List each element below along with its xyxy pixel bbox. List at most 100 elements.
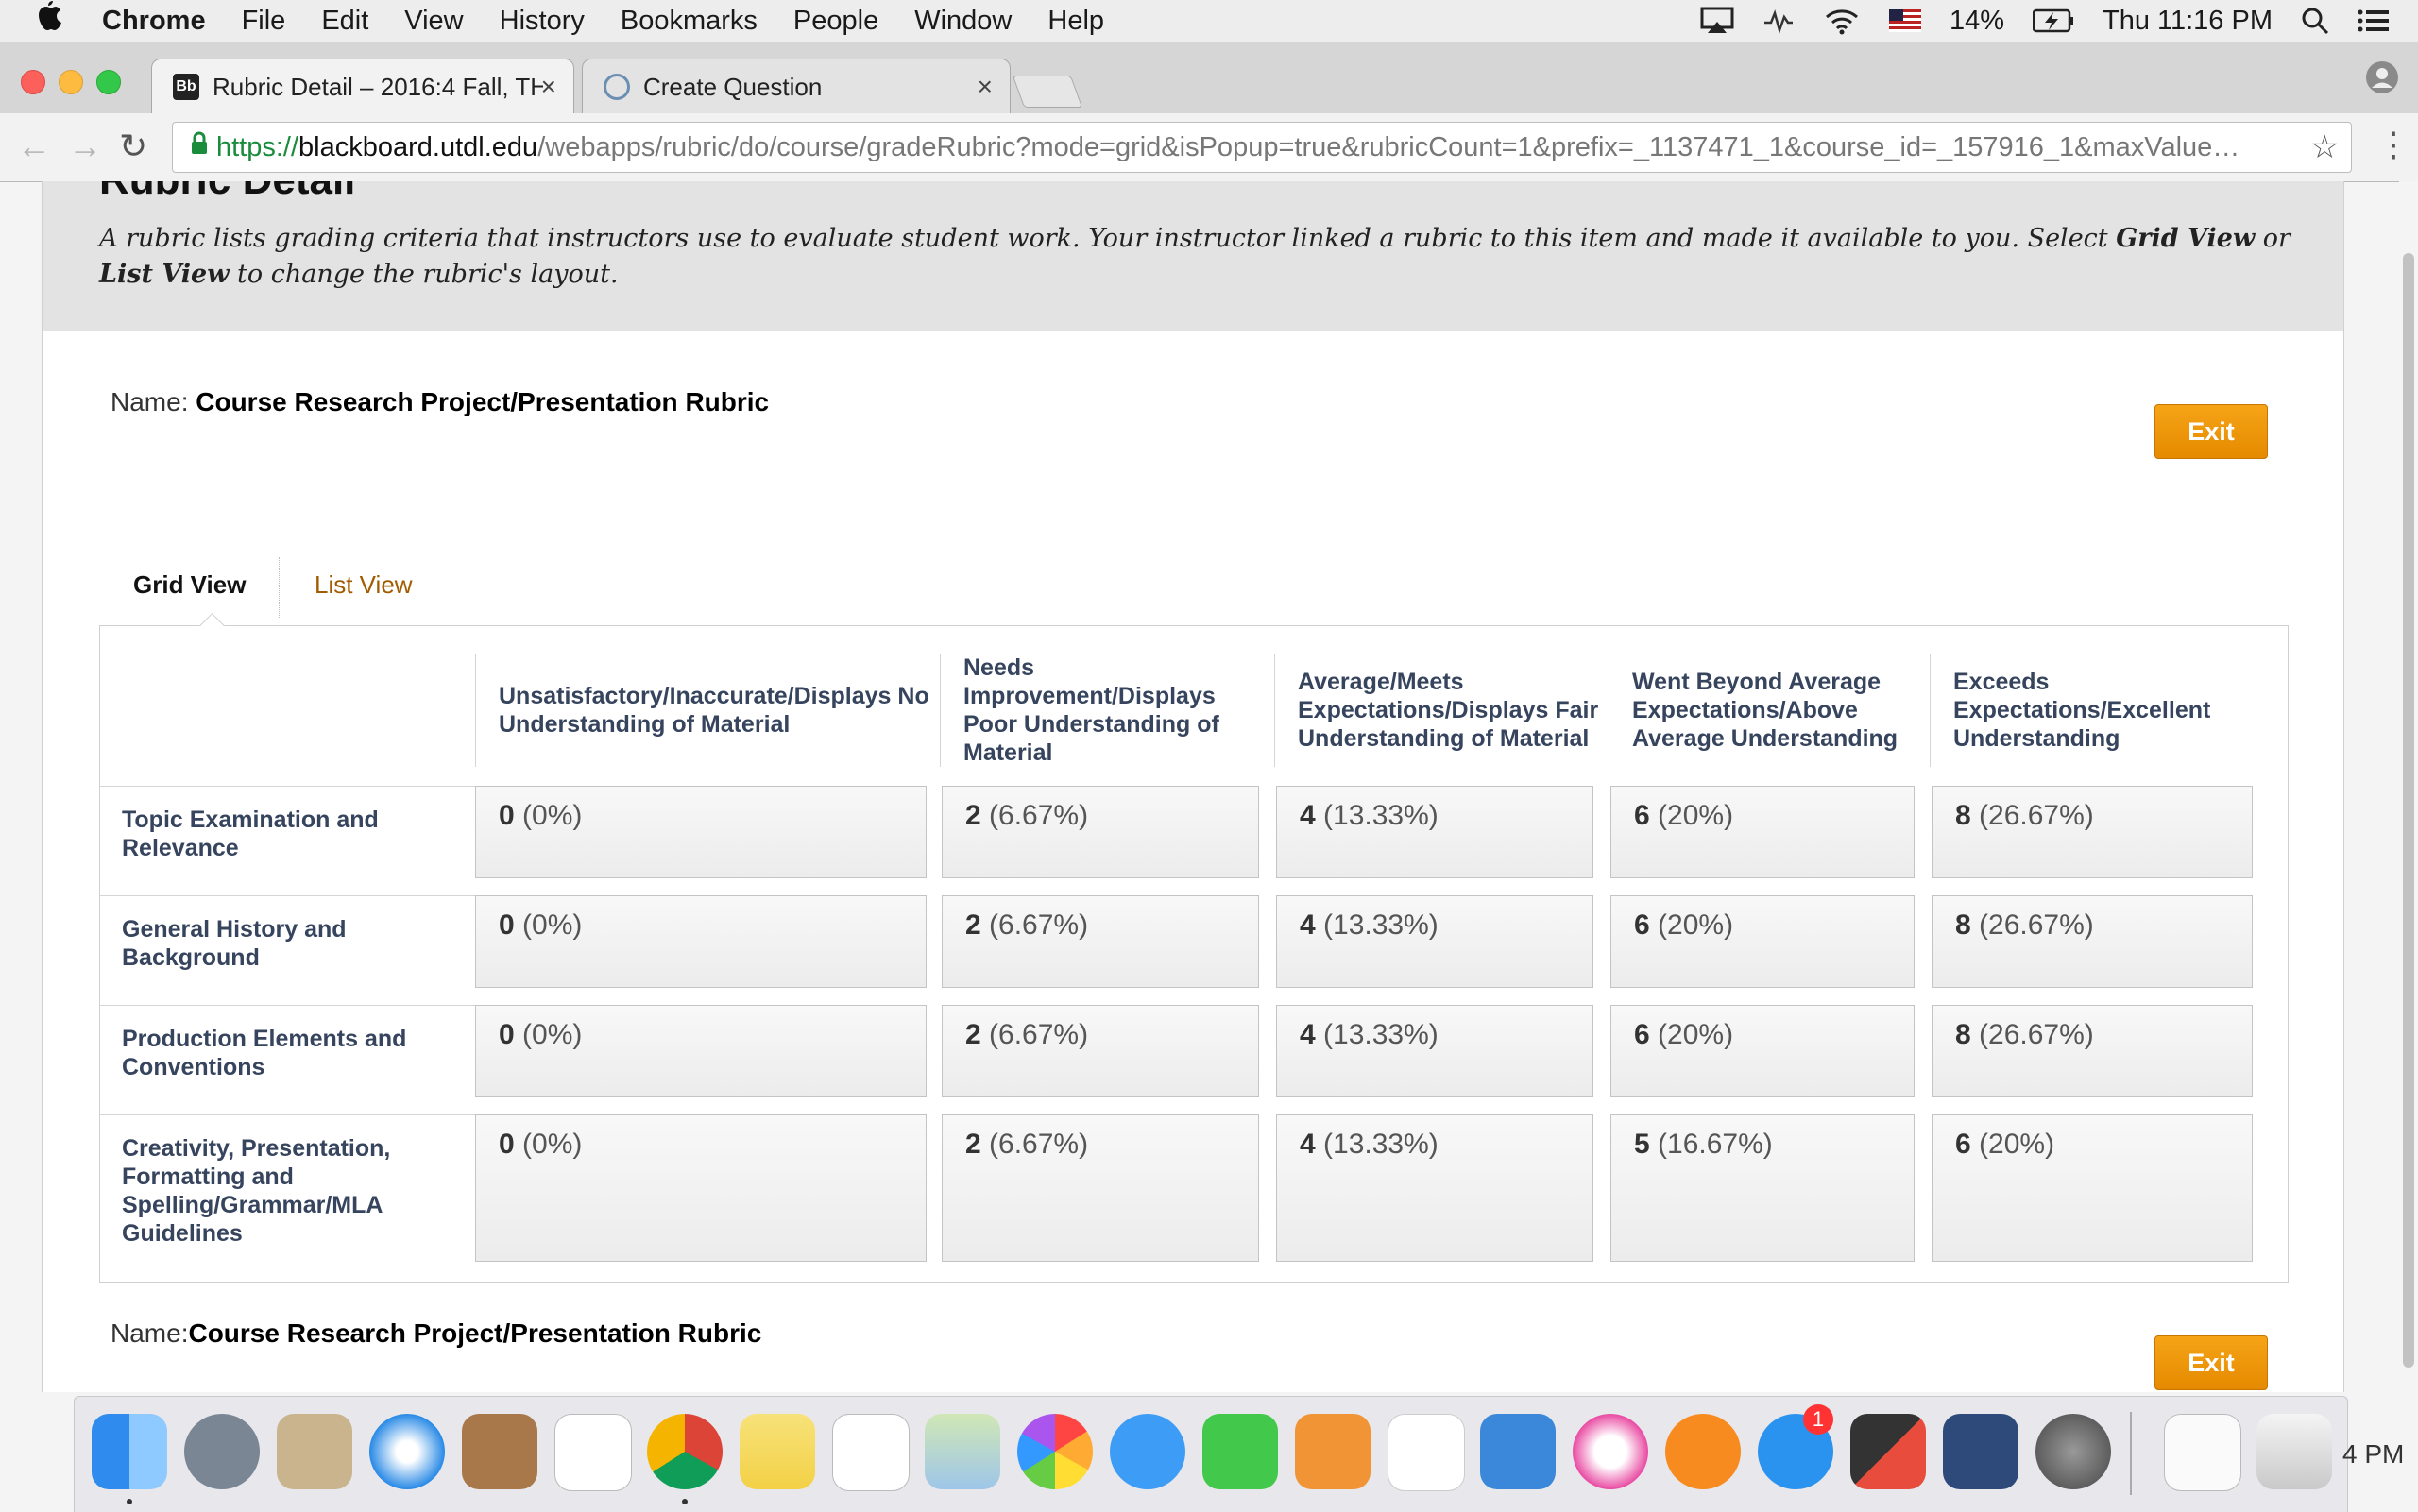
photos-icon[interactable]	[1017, 1414, 1093, 1489]
notes-icon[interactable]	[740, 1414, 815, 1489]
rubric-cell[interactable]: 4 (13.33%)	[1276, 895, 1593, 988]
rubric-cell[interactable]: 8 (26.67%)	[1932, 1005, 2253, 1097]
itunes-icon[interactable]	[1573, 1414, 1648, 1489]
messages-icon[interactable]	[1110, 1414, 1185, 1489]
flag-input-icon[interactable]	[1888, 9, 1921, 32]
cell-percent: (6.67%)	[989, 800, 1089, 831]
wifi-icon[interactable]	[1823, 7, 1861, 35]
mail-icon[interactable]	[277, 1414, 352, 1489]
rubric-cell[interactable]: 4 (13.33%)	[1276, 1114, 1593, 1262]
page-scrollbar[interactable]	[2399, 181, 2418, 1392]
rubric-cell[interactable]: 0 (0%)	[475, 1114, 927, 1262]
menu-bookmarks[interactable]: Bookmarks	[621, 6, 758, 37]
intro-list-view: List View	[99, 260, 230, 289]
rubric-cell[interactable]: 0 (0%)	[475, 895, 927, 988]
reminders-icon[interactable]	[832, 1414, 910, 1491]
scrollbar-thumb[interactable]	[2403, 253, 2414, 1368]
maps-icon[interactable]	[925, 1414, 1000, 1489]
rubric-intro: A rubric lists grading criteria that ins…	[99, 221, 2309, 293]
cell-percent: (20%)	[1658, 909, 1734, 941]
rubric-cell[interactable]: 4 (13.33%)	[1276, 1005, 1593, 1097]
spotlight-search-icon[interactable]	[2301, 7, 2329, 35]
rubric-cell[interactable]: 0 (0%)	[475, 1005, 927, 1097]
rubric-cell[interactable]: 6 (20%)	[1610, 1005, 1915, 1097]
pages-icon[interactable]	[1295, 1414, 1371, 1489]
tab-close-icon[interactable]: ×	[541, 72, 556, 102]
bookmark-star-icon[interactable]: ☆	[2310, 128, 2339, 166]
criterion-production-elements: Production Elements and Conventions	[99, 1005, 500, 1114]
rubric-cell[interactable]: 2 (6.67%)	[942, 786, 1259, 878]
cell-points: 4	[1300, 909, 1316, 941]
rubric-cell[interactable]: 6 (20%)	[1610, 786, 1915, 878]
menu-app-name[interactable]: Chrome	[102, 6, 206, 37]
exit-button-bottom[interactable]: Exit	[2154, 1335, 2268, 1390]
reload-icon[interactable]: ↻	[119, 127, 147, 166]
menu-view[interactable]: View	[404, 6, 463, 37]
contacts-icon[interactable]	[462, 1414, 537, 1489]
cell-percent: (13.33%)	[1323, 800, 1439, 831]
menu-edit[interactable]: Edit	[321, 6, 368, 37]
notification-center-icon[interactable]	[2358, 8, 2390, 33]
tab-close-icon[interactable]: ×	[978, 72, 993, 102]
chrome-menu-icon[interactable]: ⋮	[2376, 125, 2410, 164]
window-minimize-button[interactable]	[59, 70, 83, 94]
menu-history[interactable]: History	[500, 6, 585, 37]
cell-percent: (13.33%)	[1323, 1019, 1439, 1050]
system-preferences-icon[interactable]	[2035, 1414, 2111, 1489]
address-bar[interactable]: https:// blackboard.utdl.edu /webapps/ru…	[172, 122, 2352, 173]
tab-list-view[interactable]: List View	[315, 570, 413, 600]
keynote-icon[interactable]	[1480, 1414, 1556, 1489]
cell-points: 0	[499, 909, 515, 941]
launchpad-icon[interactable]	[184, 1414, 260, 1489]
numbers-icon[interactable]	[1388, 1414, 1465, 1491]
rubric-cell[interactable]: 2 (6.67%)	[942, 1005, 1259, 1097]
menu-help[interactable]: Help	[1047, 6, 1104, 37]
rubric-cell[interactable]: 8 (26.67%)	[1932, 786, 2253, 878]
menu-window[interactable]: Window	[914, 6, 1012, 37]
calendar-icon[interactable]	[554, 1414, 632, 1491]
battery-charging-icon[interactable]	[2032, 8, 2074, 33]
cell-percent: (20%)	[1658, 1019, 1734, 1050]
rubric-cell[interactable]: 2 (6.67%)	[942, 895, 1259, 988]
documents-icon[interactable]	[2164, 1414, 2241, 1491]
imovie-icon[interactable]	[1943, 1414, 2018, 1489]
finder-icon[interactable]	[92, 1414, 167, 1489]
activity-icon[interactable]	[1762, 8, 1795, 34]
rubric-cell[interactable]: 5 (16.67%)	[1610, 1114, 1915, 1262]
column-header-unsatisfactory: Unsatisfactory/Inaccurate/Displays No Un…	[475, 654, 940, 767]
tab-create-question[interactable]: Create Question ×	[582, 59, 1011, 114]
secure-lock-icon[interactable]	[190, 131, 209, 163]
back-arrow-icon[interactable]: ←	[17, 127, 51, 166]
facetime-icon[interactable]	[1202, 1414, 1278, 1489]
cell-percent: (6.67%)	[989, 1019, 1089, 1050]
new-tab-button[interactable]	[1012, 76, 1083, 108]
cell-percent: (6.67%)	[989, 1129, 1089, 1160]
apple-menu-icon[interactable]	[36, 0, 74, 42]
forward-arrow-icon[interactable]: →	[68, 127, 102, 166]
menu-people[interactable]: People	[793, 6, 878, 37]
ibooks-icon[interactable]	[1665, 1414, 1741, 1489]
tab-grid-view[interactable]: Grid View	[133, 570, 246, 600]
tab-title: Rubric Detail – 2016:4 Fall, TH	[213, 72, 543, 101]
browser-toolbar: ← → ↻ https:// blackboard.utdl.edu /weba…	[0, 113, 2418, 182]
cell-percent: (0%)	[522, 909, 583, 941]
menu-file[interactable]: File	[242, 6, 286, 37]
cell-percent: (0%)	[522, 1019, 583, 1050]
rubric-cell[interactable]: 4 (13.33%)	[1276, 786, 1593, 878]
safari-icon[interactable]	[369, 1414, 445, 1489]
unknown-app-icon[interactable]	[1850, 1414, 1926, 1489]
rubric-cell[interactable]: 2 (6.67%)	[942, 1114, 1259, 1262]
window-close-button[interactable]	[21, 70, 45, 94]
airplay-icon[interactable]	[1700, 7, 1734, 35]
chrome-icon[interactable]	[647, 1414, 723, 1489]
trash-icon[interactable]	[2256, 1414, 2332, 1489]
exit-button-top[interactable]: Exit	[2154, 404, 2268, 459]
rubric-cell[interactable]: 8 (26.67%)	[1932, 895, 2253, 988]
menubar-clock[interactable]: Thu 11:16 PM	[2103, 6, 2273, 37]
rubric-cell[interactable]: 6 (20%)	[1932, 1114, 2253, 1262]
window-zoom-button[interactable]	[96, 70, 121, 94]
rubric-cell[interactable]: 0 (0%)	[475, 786, 927, 878]
tab-rubric-detail[interactable]: Bb Rubric Detail – 2016:4 Fall, TH ×	[151, 59, 574, 114]
rubric-cell[interactable]: 6 (20%)	[1610, 895, 1915, 988]
profile-avatar-icon[interactable]	[2365, 60, 2399, 99]
